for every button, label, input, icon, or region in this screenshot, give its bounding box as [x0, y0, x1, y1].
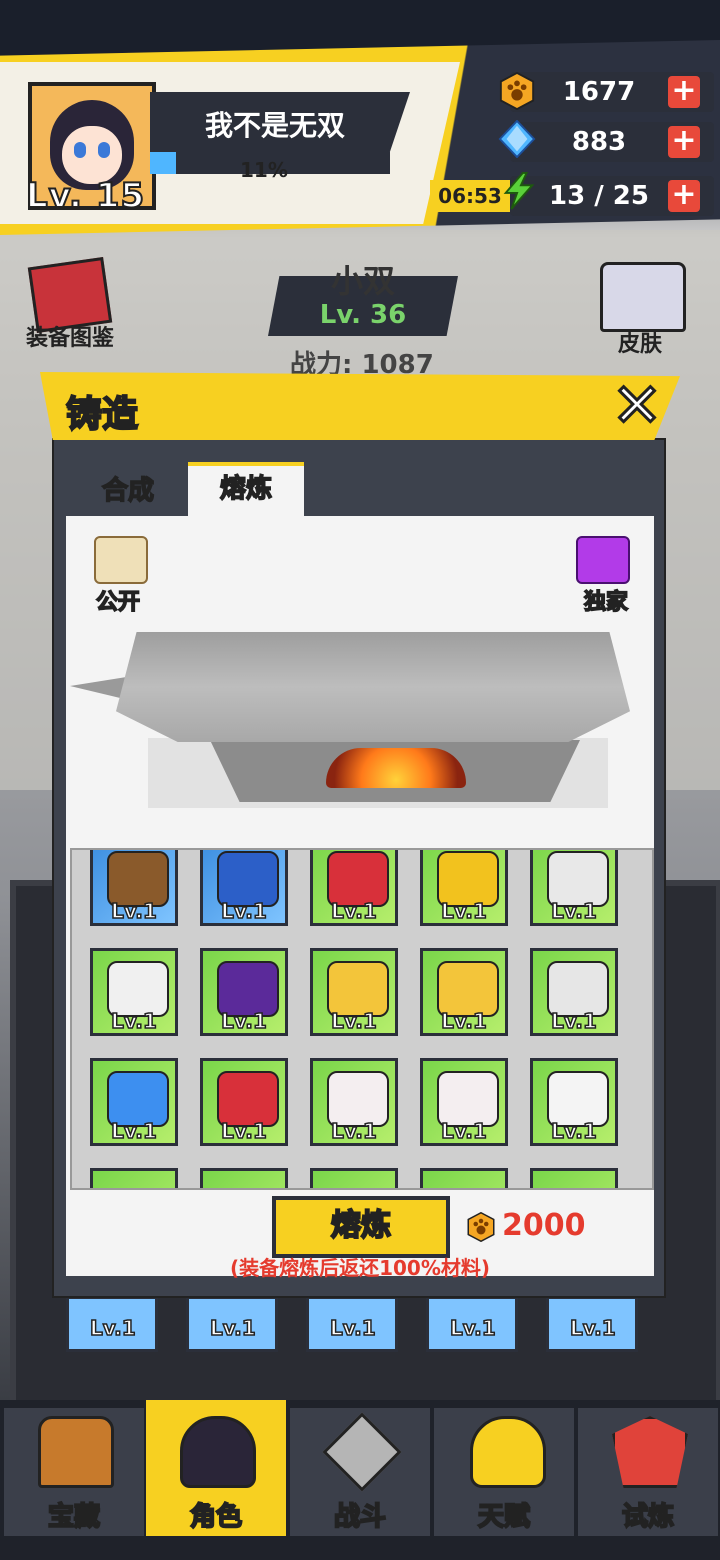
- skin-label[interactable]: 皮肤: [600, 326, 680, 358]
- gold-plus-button[interactable]: +: [668, 76, 700, 108]
- diamond-icon: [498, 120, 536, 158]
- paw-coin-icon: [499, 72, 535, 110]
- equipment-level: Lv.1: [220, 1008, 267, 1034]
- nav-label-battle[interactable]: 战斗: [290, 1496, 430, 1533]
- nav-label-trial[interactable]: 试炼: [578, 1496, 718, 1533]
- skin-shirt-icon[interactable]: [600, 262, 686, 332]
- equipment-level: Lv.1: [330, 1118, 377, 1144]
- lightbulb-icon: [470, 1416, 546, 1488]
- equipment-slot[interactable]: Lv.1: [310, 850, 398, 926]
- treasure-chest-icon: [38, 1416, 114, 1488]
- xp-percent: 11%: [240, 158, 288, 182]
- bg-item-level: Lv.1: [329, 1315, 376, 1341]
- lightning-icon: [503, 172, 535, 210]
- nav-label-treasure[interactable]: 宝藏: [4, 1496, 144, 1533]
- equipment-slot[interactable]: [310, 1168, 398, 1188]
- gem-row: 883 +: [510, 122, 714, 162]
- smelt-cost: 2000: [502, 1208, 586, 1243]
- public-scroll-icon[interactable]: [94, 536, 148, 584]
- avatar-eye-left: [74, 142, 86, 158]
- exclusive-scroll-icon[interactable]: [576, 536, 630, 584]
- equipment-slot[interactable]: Lv.1: [420, 948, 508, 1036]
- paw-coin-icon: [467, 1212, 495, 1242]
- bg-item-level: Lv.1: [89, 1315, 136, 1341]
- equipment-level: Lv.1: [440, 898, 487, 924]
- equipment-level: Lv.1: [550, 898, 597, 924]
- equipment-slot[interactable]: Lv.1: [310, 948, 398, 1036]
- equipment-level: Lv.1: [110, 1118, 157, 1144]
- character-level: Lv. 36: [319, 300, 407, 330]
- energy-plus-button[interactable]: +: [668, 180, 700, 212]
- equipment-slot[interactable]: [530, 1168, 618, 1188]
- equipment-level: Lv.1: [440, 1008, 487, 1034]
- anvil-icon: [116, 632, 630, 742]
- character-icon: [180, 1416, 256, 1488]
- gem-plus-button[interactable]: +: [668, 126, 700, 158]
- equipment-level: Lv.1: [330, 898, 377, 924]
- equipment-slot[interactable]: Lv.1: [200, 948, 288, 1036]
- equipment-level: Lv.1: [440, 1118, 487, 1144]
- equipment-slot[interactable]: Lv.1: [200, 1058, 288, 1146]
- equipment-level: Lv.1: [220, 898, 267, 924]
- equipment-slot[interactable]: [90, 1168, 178, 1188]
- energy-row: 13 / 25 +: [510, 176, 714, 216]
- player-name: 我不是无双: [204, 109, 345, 142]
- equipment-slot[interactable]: [420, 1168, 508, 1188]
- nav-label-character[interactable]: 角色: [146, 1496, 286, 1533]
- xp-bar-fill: [150, 152, 177, 174]
- forge-dialog-title: 铸造: [65, 393, 139, 436]
- equipment-level: Lv.1: [220, 1118, 267, 1144]
- codex-label[interactable]: 装备图鉴: [18, 320, 122, 352]
- equipment-slot[interactable]: Lv.1: [420, 1058, 508, 1146]
- close-button[interactable]: ✕: [606, 375, 668, 438]
- bg-item-level: Lv.1: [209, 1315, 256, 1341]
- smelt-button[interactable]: 熔炼: [272, 1196, 450, 1258]
- gold-row: 1677 +: [510, 72, 714, 112]
- energy-timer: 06:53: [430, 180, 510, 212]
- player-level: Lv. 15: [25, 175, 146, 217]
- gold-value: 1677: [562, 77, 636, 107]
- equipment-level: Lv.1: [330, 1008, 377, 1034]
- tab-smelt[interactable]: 熔炼: [188, 462, 304, 520]
- equipment-slot[interactable]: Lv.1: [530, 1058, 618, 1146]
- character-name: 小双: [330, 262, 395, 300]
- smelt-notice: (装备熔炼后返还100%材料): [229, 1256, 491, 1280]
- bg-item-level: Lv.1: [449, 1315, 496, 1341]
- equipment-slot[interactable]: Lv.1: [530, 948, 618, 1036]
- equipment-slot[interactable]: Lv.1: [90, 948, 178, 1036]
- nav-label-talent[interactable]: 天赋: [434, 1496, 574, 1533]
- tab-synthesis[interactable]: 合成: [82, 468, 174, 514]
- equipment-level: Lv.1: [550, 1008, 597, 1034]
- forge-fire-icon: [326, 748, 466, 788]
- equipment-level: Lv.1: [110, 898, 157, 924]
- equipment-grid[interactable]: Lv.1 Lv.1 Lv.1 Lv.1 Lv.1 Lv.1 Lv.1 Lv.1 Lv.1 Lv.1…: [70, 848, 654, 1190]
- equipment-slot[interactable]: [200, 1168, 288, 1188]
- gem-value: 883: [571, 127, 627, 157]
- avatar-eye-right: [98, 142, 110, 158]
- energy-value: 13 / 25: [549, 181, 649, 211]
- equipment-level: Lv.1: [110, 1008, 157, 1034]
- equipment-slot[interactable]: Lv.1: [90, 1058, 178, 1146]
- equipment-slot[interactable]: Lv.1: [310, 1058, 398, 1146]
- exclusive-label[interactable]: 独家: [583, 584, 629, 616]
- bg-item-level: Lv.1: [569, 1315, 616, 1341]
- equipment-slot[interactable]: Lv.1: [90, 850, 178, 926]
- equipment-level: Lv.1: [550, 1118, 597, 1144]
- public-label[interactable]: 公开: [95, 584, 141, 616]
- equipment-slot[interactable]: Lv.1: [420, 850, 508, 926]
- equipment-slot[interactable]: Lv.1: [530, 850, 618, 926]
- equipment-slot[interactable]: Lv.1: [200, 850, 288, 926]
